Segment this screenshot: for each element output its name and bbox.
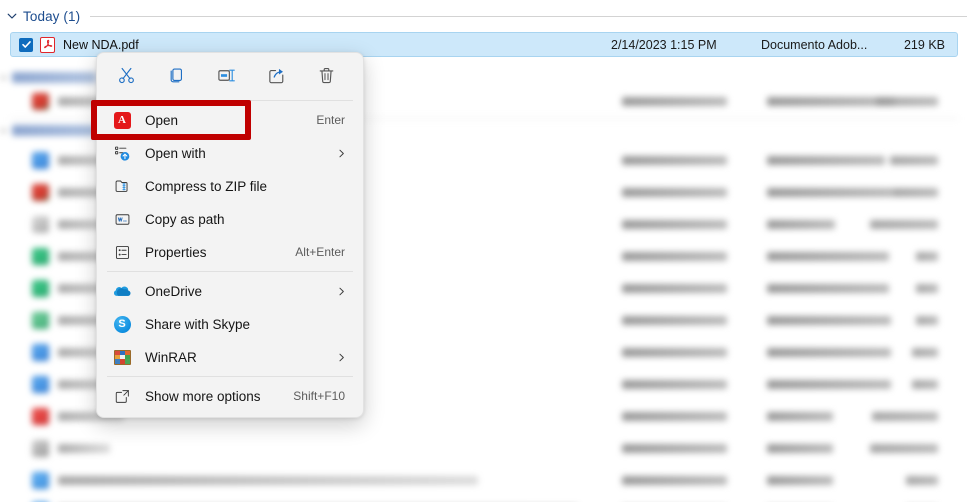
chevron-right-icon [336, 352, 349, 363]
menu-divider [107, 271, 353, 272]
open-with-icon [113, 144, 131, 162]
file-type: Documento Adob... [761, 37, 868, 52]
menu-item-share-with-skype[interactable]: S Share with Skype [101, 308, 359, 340]
winrar-icon [113, 348, 131, 366]
file-name: New NDA.pdf [63, 37, 139, 52]
context-menu: A Open Enter Open with Compress to ZIP f… [96, 52, 364, 418]
menu-divider [107, 100, 353, 101]
chevron-right-icon [336, 286, 349, 297]
menu-item-show-more-options[interactable]: Show more options Shift+F10 [101, 380, 359, 412]
menu-item-onedrive[interactable]: OneDrive [101, 275, 359, 307]
group-header-rule [90, 15, 967, 17]
menu-item-label: Open with [145, 145, 206, 161]
properties-icon [113, 243, 131, 261]
pdf-file-icon: A [113, 111, 131, 129]
menu-item-open[interactable]: A Open Enter [101, 104, 359, 136]
delete-icon[interactable] [306, 58, 346, 92]
row-checkbox[interactable] [19, 37, 33, 52]
menu-item-label: Show more options [145, 388, 261, 404]
rename-icon[interactable] [206, 58, 246, 92]
file-explorer-window: ˅ ˅ Today (1) New NDA.pdf 2/14/2023 1:15… [0, 0, 973, 502]
menu-item-label: Compress to ZIP file [145, 178, 268, 194]
menu-divider [107, 376, 353, 377]
file-date-modified: 2/14/2023 1:15 PM [611, 37, 717, 52]
background-row [10, 465, 958, 495]
menu-item-label: Properties [145, 244, 207, 260]
background-group-chevron: ˅ [1, 73, 7, 83]
file-size: 219 KB [903, 37, 945, 52]
share-icon[interactable] [256, 58, 296, 92]
menu-item-copy-as-path[interactable]: Copy as path [101, 203, 359, 235]
menu-item-winrar[interactable]: WinRAR [101, 341, 359, 373]
menu-item-accelerator: Alt+Enter [295, 245, 345, 259]
background-row [10, 495, 958, 502]
menu-item-label: Open [145, 112, 179, 128]
menu-item-label: Copy as path [145, 211, 225, 227]
background-row [10, 433, 958, 463]
menu-item-accelerator: Shift+F10 [293, 389, 345, 403]
copy-icon[interactable] [156, 58, 196, 92]
menu-item-properties[interactable]: Properties Alt+Enter [101, 236, 359, 268]
background-group-label [12, 125, 108, 136]
menu-item-label: OneDrive [145, 283, 203, 299]
pdf-file-icon [40, 36, 55, 53]
more-options-icon [113, 387, 131, 405]
group-header-today[interactable]: Today (1) [0, 5, 973, 27]
chevron-right-icon [336, 148, 349, 159]
copy-as-path-icon [113, 210, 131, 228]
group-header-label: Today (1) [23, 8, 81, 24]
menu-item-open-with[interactable]: Open with [101, 137, 359, 169]
onedrive-icon [113, 282, 131, 300]
background-group-label [12, 72, 96, 83]
zip-icon [113, 177, 131, 195]
background-group-chevron: ˅ [1, 126, 7, 136]
menu-item-accelerator: Enter [316, 113, 345, 127]
menu-item-label: Share with Skype [145, 316, 251, 332]
context-menu-toolbar [97, 53, 363, 97]
menu-item-compress-to-zip[interactable]: Compress to ZIP file [101, 170, 359, 202]
cut-icon[interactable] [106, 58, 146, 92]
menu-item-label: WinRAR [145, 349, 197, 365]
chevron-down-icon[interactable] [4, 8, 20, 24]
skype-icon: S [113, 315, 131, 333]
